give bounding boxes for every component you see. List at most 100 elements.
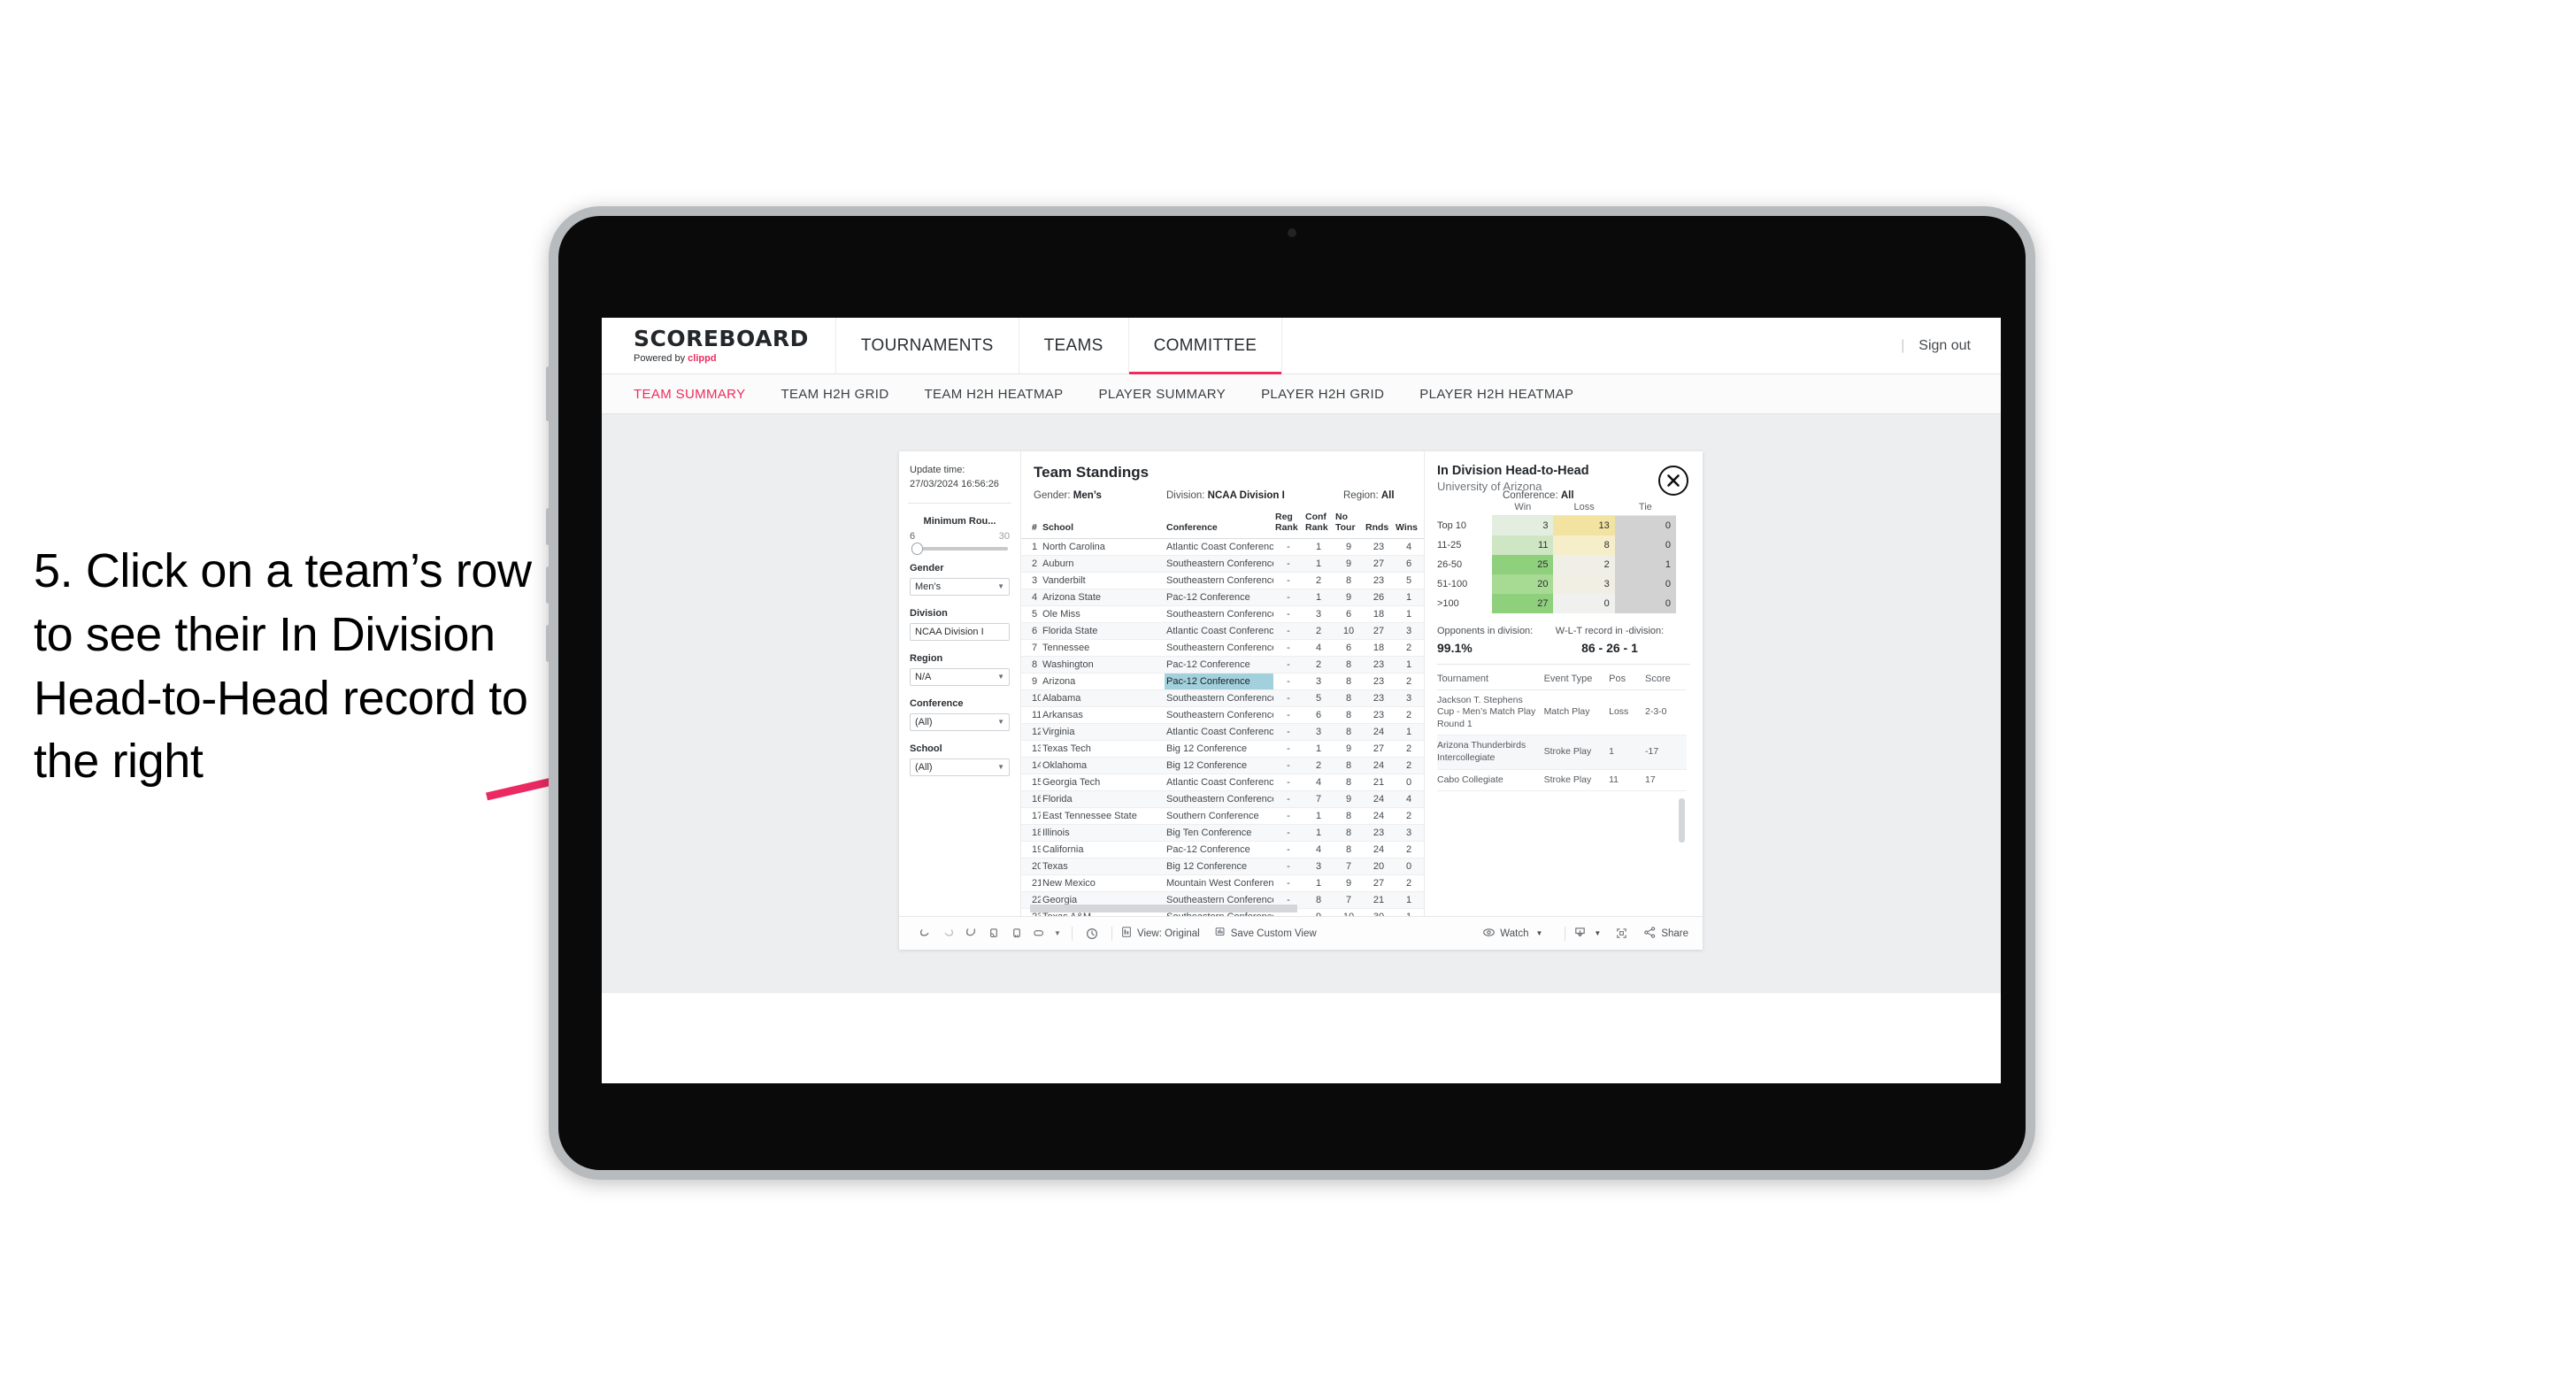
pause-updates-icon[interactable] [1005,927,1028,940]
gender-select[interactable]: Men’s ▼ [910,577,1010,596]
table-row[interactable]: 20TexasBig 12 Conference-37200 [1021,858,1424,876]
table-row[interactable]: 8 Washington Pac-12 Conference -2 8 23 1 [1021,656,1424,674]
alert-clock-icon[interactable] [1080,927,1103,941]
h2h-bucket-header [1437,502,1492,516]
subnav-team-h2h-grid[interactable]: TEAM H2H GRID [780,387,888,402]
redo-icon[interactable] [936,927,959,940]
table-row[interactable]: 12VirginiaAtlantic Coast Conference-3824… [1021,723,1424,742]
power-button[interactable] [546,366,550,421]
cell-school: Washington [1041,656,1165,674]
table-row[interactable]: 19CaliforniaPac-12 Conference-48242 [1021,841,1424,859]
h2h-col-loss: Loss [1553,502,1615,516]
view-shape-icon[interactable] [1028,927,1051,940]
table-row[interactable]: 16FloridaSoutheastern Conference-79244 [1021,790,1424,809]
brand-logo[interactable]: SCOREBOARD Powered by clippd [602,318,836,373]
table-row[interactable]: 7 Tennessee Southeastern Conference -4 6 18 2 [1021,639,1424,658]
subnav-player-h2h-grid[interactable]: PLAYER H2H GRID [1261,387,1384,402]
cell-conference: Atlantic Coast Conference [1165,774,1273,792]
table-row[interactable]: 1 North Carolina Atlantic Coast Conference… [1021,538,1424,557]
save-custom-view-button[interactable]: Save Custom View [1214,926,1317,941]
brand-sub-prefix: Powered by [634,353,688,364]
table-row[interactable]: 2 Auburn Southeastern Conference -1 9 27 6 [1021,555,1424,574]
cell-rnds: 26 [1364,589,1394,607]
undo-icon[interactable] [913,927,936,940]
table-row[interactable]: 6 Florida State Atlantic Coast Conference -… [1021,622,1424,641]
cell-wins: 1 [1394,908,1424,916]
tablet-device-frame: SCOREBOARD Powered by clippd TOURNAMENTS… [546,206,2035,1180]
cell-no-tour: 9 [1334,538,1364,557]
fullscreen-icon[interactable] [1610,927,1633,940]
extra-side-button[interactable] [546,625,550,662]
watch-button[interactable]: Watch ▼ [1482,927,1542,941]
table-row[interactable]: 10AlabamaSoutheastern Conference-58233 [1021,689,1424,708]
nav-teams[interactable]: TEAMS [1019,318,1129,373]
h2h-win-cell: 3 [1492,515,1554,535]
col-no-tour[interactable]: No Tour [1334,510,1364,540]
min-rounds-slider-handle[interactable] [911,542,923,555]
col-wins[interactable]: Wins [1394,510,1424,540]
subnav-player-summary[interactable]: PLAYER SUMMARY [1099,387,1226,402]
close-circle-icon[interactable] [1658,466,1688,496]
cell-school: Alabama [1041,689,1165,708]
revert-icon[interactable] [959,927,982,940]
table-row[interactable]: 15Georgia TechAtlantic Coast Conference-… [1021,774,1424,792]
cell-rank: 15 [1021,774,1041,792]
chevron-down-icon: ▼ [1535,929,1543,937]
min-rounds-slider[interactable] [911,542,1008,555]
view-original-button[interactable]: View: Original [1120,926,1200,941]
share-button[interactable]: Share [1643,926,1688,942]
table-row[interactable]: 13Texas TechBig 12 Conference-19272 [1021,740,1424,758]
table-row[interactable]: 17East Tennessee StateSouthern Conferenc… [1021,807,1424,826]
region-select[interactable]: N/A ▼ [910,667,1010,686]
conference-select[interactable]: (All) ▼ [910,712,1010,731]
nav-tournaments[interactable]: TOURNAMENTS [836,318,1019,373]
tournament-scrollbar[interactable] [1679,798,1685,843]
table-row[interactable]: 4 Arizona State Pac-12 Conference -1 9 26 1 [1021,589,1424,607]
cell-reg-rank: - [1273,740,1303,758]
tournament-row[interactable]: Jackson T. Stephens Cup - Men’s Match Pl… [1437,689,1687,736]
chevron-down-icon[interactable]: ▼ [1051,929,1064,937]
cell-conf-rank: 1 [1303,589,1334,607]
col-reg-rank[interactable]: Reg Rank [1273,510,1303,540]
h2h-stats-divider [1437,663,1690,665]
refresh-data-icon[interactable] [982,927,1005,940]
nav-committee[interactable]: COMMITTEE [1128,318,1283,374]
division-select[interactable]: NCAA Division I [910,622,1010,641]
cell-wins: 4 [1394,790,1424,809]
sign-out-link[interactable]: Sign out [1919,338,1971,354]
visualization-body: Update time: 27/03/2024 16:56:26 Minimum… [899,451,1703,916]
subnav-team-summary[interactable]: TEAM SUMMARY [634,387,745,402]
cell-wins: 5 [1394,572,1424,590]
tournament-row[interactable]: Cabo Collegiate Stroke Play 11 17 [1437,769,1687,792]
cell-reg-rank: - [1273,673,1303,691]
col-rnds[interactable]: Rnds [1364,510,1394,540]
col-conf-rank[interactable]: Conf Rank [1303,510,1334,540]
cell-rank: 6 [1021,622,1041,641]
col-school[interactable]: School [1041,510,1165,540]
col-rank[interactable]: # [1021,510,1041,540]
cell-reg-rank: - [1273,622,1303,641]
table-row[interactable]: 3 Vanderbilt Southeastern Conference -2 8 23 5 [1021,572,1424,590]
download-button[interactable]: ▼ [1573,926,1601,942]
stat-wlt-label: W-L-T record in -division: [1555,625,1665,636]
table-row[interactable]: 9 Arizona Pac-12 Conference -3 8 23 2 [1021,673,1424,691]
subnav-player-h2h-heatmap[interactable]: PLAYER H2H HEATMAP [1419,387,1573,402]
cell-rnds: 23 [1364,824,1394,843]
table-horizontal-scrollbar[interactable] [1030,905,1297,912]
col-conference[interactable]: Conference [1165,510,1273,540]
tournament-row[interactable]: Arizona Thunderbirds Intercollegiate Stro… [1437,735,1687,770]
table-row[interactable]: 18IllinoisBig Ten Conference-18233 [1021,824,1424,843]
table-row[interactable]: 11ArkansasSoutheastern Conference-68232 [1021,706,1424,725]
table-row[interactable]: 5 Ole Miss Southeastern Conference -3 6 18 1 [1021,605,1424,624]
sub-navigation: TEAM SUMMARY TEAM H2H GRID TEAM H2H HEAT… [602,374,2001,414]
table-row[interactable]: 21New MexicoMountain West Conference-192… [1021,874,1424,893]
school-select[interactable]: (All) ▼ [910,758,1010,776]
volume-down-button[interactable] [546,566,550,604]
table-row[interactable]: 14OklahomaBig 12 Conference-28242 [1021,757,1424,775]
cell-school: Virginia [1041,723,1165,742]
filter-gender: Gender Men’s ▼ [899,551,1020,596]
region-value: N/A [915,671,932,682]
app-header: SCOREBOARD Powered by clippd TOURNAMENTS… [602,318,2001,374]
subnav-team-h2h-heatmap[interactable]: TEAM H2H HEATMAP [925,387,1064,402]
volume-up-button[interactable] [546,508,550,545]
